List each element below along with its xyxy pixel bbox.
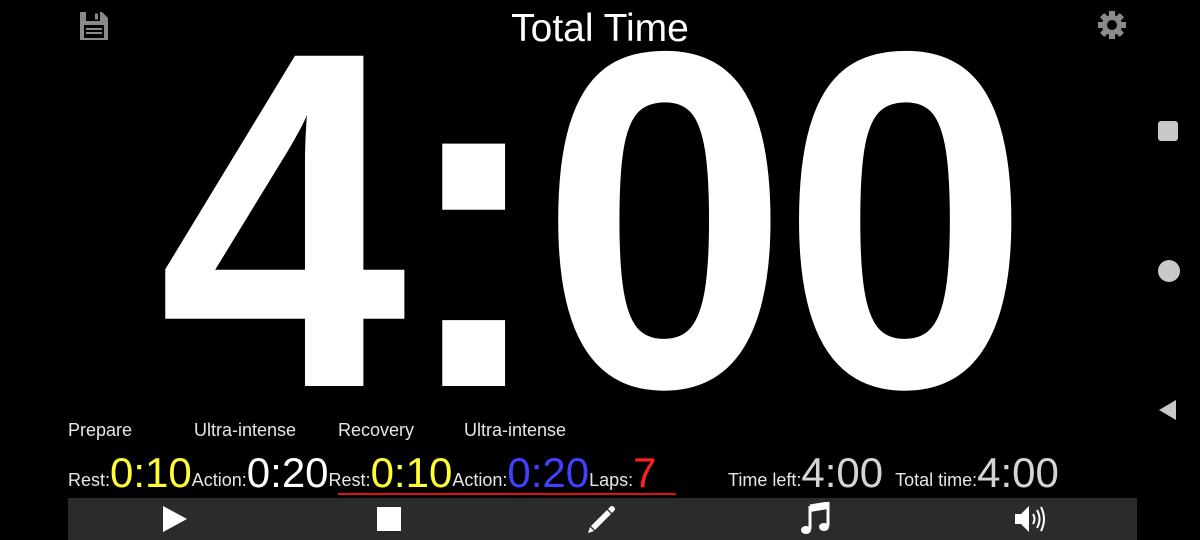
interval-stats-row: Rest: 0:10 Action: 0:20 Rest: 0:10 Actio… [68,448,657,496]
current-lap-underline [338,493,676,495]
play-icon [162,506,187,532]
action-value-1: 0:20 [246,449,329,496]
phase-label-prepare: Prepare [68,420,133,440]
interval-timer-screen: Total Time 4:00 Prepare Ultra-intense Re… [0,0,1200,540]
back-button[interactable] [1157,399,1179,426]
recent-apps-button[interactable] [1157,120,1179,147]
recent-apps-icon [1158,121,1178,141]
system-navigation-bar [1137,0,1200,540]
action-label-2: Action: [452,470,508,490]
stop-icon [376,507,401,531]
action-value-2: 0:20 [507,449,590,496]
home-button[interactable] [1157,259,1181,288]
volume-icon [1015,506,1046,532]
total-time-label: Total time: [895,470,978,490]
timer-display: 4:00 [40,0,1140,488]
rest-value-1: 0:10 [110,449,192,496]
edit-button[interactable] [496,498,710,540]
phase-label-ultra-intense-1: Ultra-intense [194,420,297,440]
controls-toolbar [68,498,1137,540]
rest-label-1: Rest: [68,470,111,490]
laps-label: Laps: [589,470,634,490]
phase-label-ultra-intense-2: Ultra-intense [464,420,567,440]
home-icon [1158,260,1180,282]
music-note-icon [801,502,830,534]
action-label-1: Action: [191,470,247,490]
music-button[interactable] [709,498,923,540]
stop-button[interactable] [282,498,496,540]
rest-label-2: Rest: [328,470,371,490]
laps-value: 7 [633,449,657,496]
rest-value-2: 0:10 [370,449,453,496]
phase-label-recovery: Recovery [338,420,415,440]
total-time-value: 4:00 [977,449,1059,496]
pencil-icon [588,506,616,533]
time-left-value: 4:00 [801,449,884,496]
play-button[interactable] [68,498,282,540]
timer-value: 4:00 [158,0,1029,488]
volume-button[interactable] [923,498,1137,540]
time-left-label: Time left: [728,470,802,490]
time-summary: Time left: 4:00 Total time: 4:00 [728,448,1059,496]
back-icon [1159,400,1176,420]
